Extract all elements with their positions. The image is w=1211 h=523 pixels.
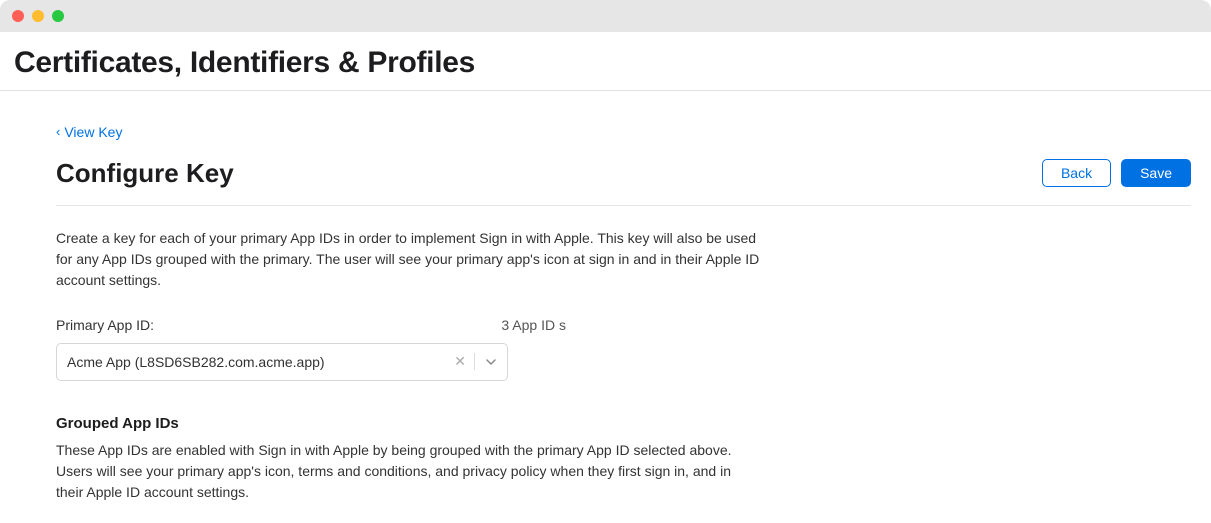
chevron-left-icon: ‹ <box>56 124 60 139</box>
back-button[interactable]: Back <box>1042 159 1111 187</box>
section-title: Configure Key <box>56 158 234 189</box>
save-button[interactable]: Save <box>1121 159 1191 187</box>
back-link-view-key[interactable]: ‹ View Key <box>56 124 122 140</box>
page-title-bar: Certificates, Identifiers & Profiles <box>0 32 1211 91</box>
chevron-down-icon[interactable] <box>475 356 497 368</box>
section-header: Configure Key Back Save <box>56 158 1191 206</box>
primary-app-id-count: 3 App ID s <box>501 317 566 333</box>
window-maximize-button[interactable] <box>52 10 64 22</box>
clear-icon[interactable]: ✕ <box>446 353 475 370</box>
window-close-button[interactable] <box>12 10 24 22</box>
primary-app-id-label: Primary App ID: <box>56 317 501 333</box>
action-buttons: Back Save <box>1042 159 1191 187</box>
configure-key-description: Create a key for each of your primary Ap… <box>56 228 761 291</box>
content-area: ‹ View Key Configure Key Back Save Creat… <box>0 91 1211 523</box>
grouped-app-ids-description: These App IDs are enabled with Sign in w… <box>56 440 761 503</box>
back-link-label: View Key <box>64 124 122 140</box>
grouped-app-ids-title: Grouped App IDs <box>56 415 1191 432</box>
primary-app-id-selected-value: Acme App (L8SD6SB282.com.acme.app) <box>67 354 446 370</box>
window-minimize-button[interactable] <box>32 10 44 22</box>
window-chrome <box>0 0 1211 32</box>
primary-app-id-row: Primary App ID: 3 App ID s <box>56 317 566 333</box>
page-title: Certificates, Identifiers & Profiles <box>14 46 1197 80</box>
primary-app-id-select[interactable]: Acme App (L8SD6SB282.com.acme.app) ✕ <box>56 343 508 381</box>
